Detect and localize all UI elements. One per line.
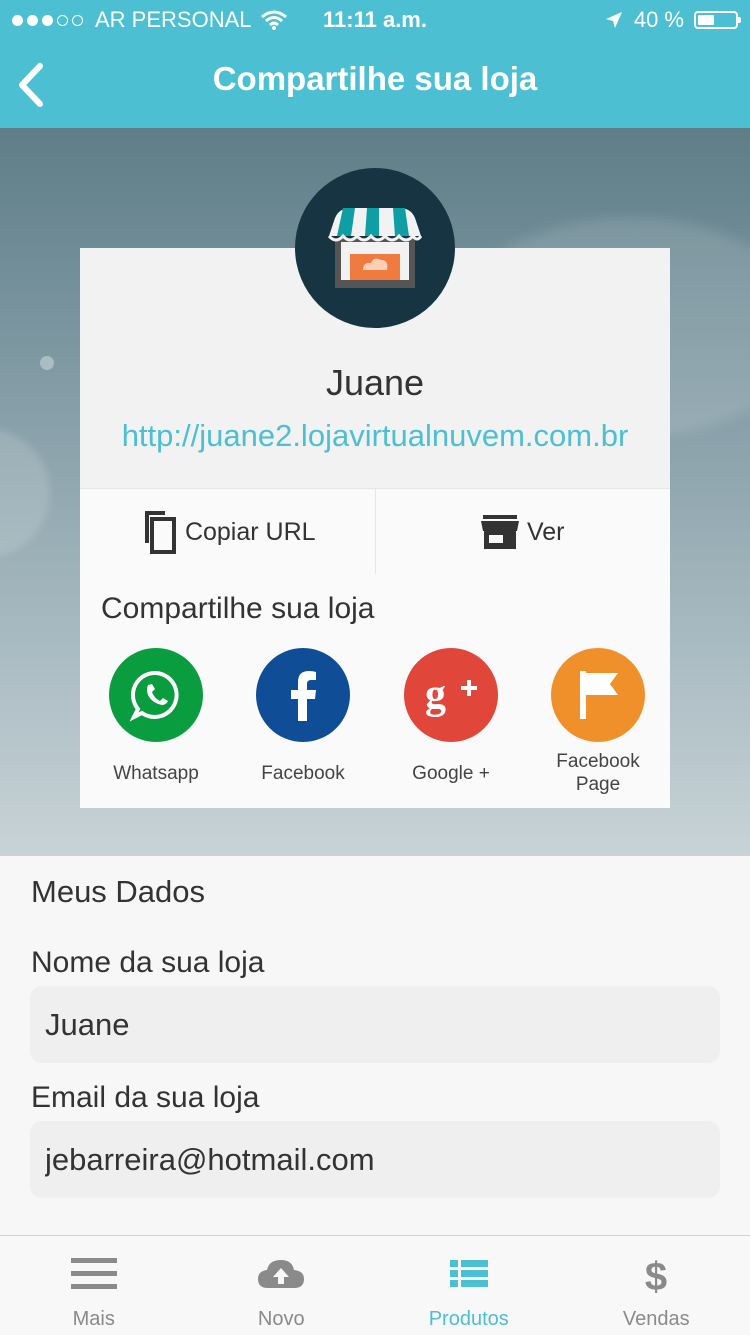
battery-icon (694, 11, 738, 29)
facebook-page-label: Facebook Page (533, 750, 663, 796)
svg-text:g: g (425, 672, 446, 718)
location-arrow-icon (604, 10, 624, 30)
tab-mais-label: Mais (0, 1308, 188, 1331)
tab-novo[interactable]: Novo (188, 1236, 376, 1335)
store-name: Juane (80, 362, 670, 404)
store-email-field[interactable] (30, 1121, 720, 1198)
share-google-plus-button[interactable]: g Google + (386, 648, 516, 785)
store-share-card: Juane http://juane2.lojavirtualnuvem.com… (80, 248, 670, 808)
tab-mais[interactable]: Mais (0, 1236, 188, 1335)
tab-vendas[interactable]: $ Vendas (563, 1236, 750, 1335)
copy-url-label: Copiar URL (185, 518, 316, 547)
top-bar: AR PERSONAL 11:11 a.m. 40 % Compartilhe … (0, 0, 750, 128)
view-store-button[interactable]: Ver (375, 489, 671, 575)
tab-vendas-label: Vendas (563, 1308, 750, 1331)
store-url-link[interactable]: http://juane2.lojavirtualnuvem.com.br (80, 418, 670, 454)
battery-percent: 40 % (634, 0, 684, 40)
status-bar: AR PERSONAL 11:11 a.m. 40 % (0, 0, 750, 40)
facebook-label: Facebook (238, 762, 368, 785)
menu-icon (69, 1254, 119, 1294)
store-name-field[interactable] (30, 986, 720, 1063)
store-logo-icon (295, 168, 455, 328)
facebook-icon (256, 648, 350, 742)
store-avatar (295, 168, 455, 328)
whatsapp-label: Whatsapp (91, 762, 221, 785)
store-email-label: Email da sua loja (31, 1081, 259, 1115)
whatsapp-icon (109, 648, 203, 742)
copy-icon (139, 509, 177, 555)
svg-text:$: $ (645, 1255, 667, 1294)
tab-bar: Mais Novo Produtos $ Vendas (0, 1235, 750, 1335)
tab-produtos-label: Produtos (375, 1308, 563, 1331)
tab-novo-label: Novo (188, 1308, 376, 1331)
share-facebook-button[interactable]: Facebook (238, 648, 368, 785)
share-section: Compartilhe sua loja Whatsapp Facebook (80, 574, 670, 808)
store-icon (481, 515, 519, 549)
share-whatsapp-button[interactable]: Whatsapp (91, 648, 221, 785)
google-plus-label: Google + (386, 762, 516, 785)
dollar-icon: $ (631, 1254, 681, 1294)
google-plus-icon: g (404, 648, 498, 742)
list-icon (444, 1254, 494, 1294)
store-name-label: Nome da sua loja (31, 946, 264, 980)
store-actions: Copiar URL Ver (80, 488, 670, 576)
section-title: Meus Dados (31, 874, 205, 910)
flag-icon (551, 648, 645, 742)
share-facebook-page-button[interactable]: Facebook Page (533, 648, 663, 796)
cloud-upload-icon (256, 1254, 306, 1294)
share-title: Compartilhe sua loja (101, 592, 374, 626)
tab-produtos[interactable]: Produtos (375, 1236, 563, 1335)
page-title: Compartilhe sua loja (0, 60, 750, 98)
copy-url-button[interactable]: Copiar URL (80, 489, 375, 575)
view-store-label: Ver (527, 518, 565, 547)
